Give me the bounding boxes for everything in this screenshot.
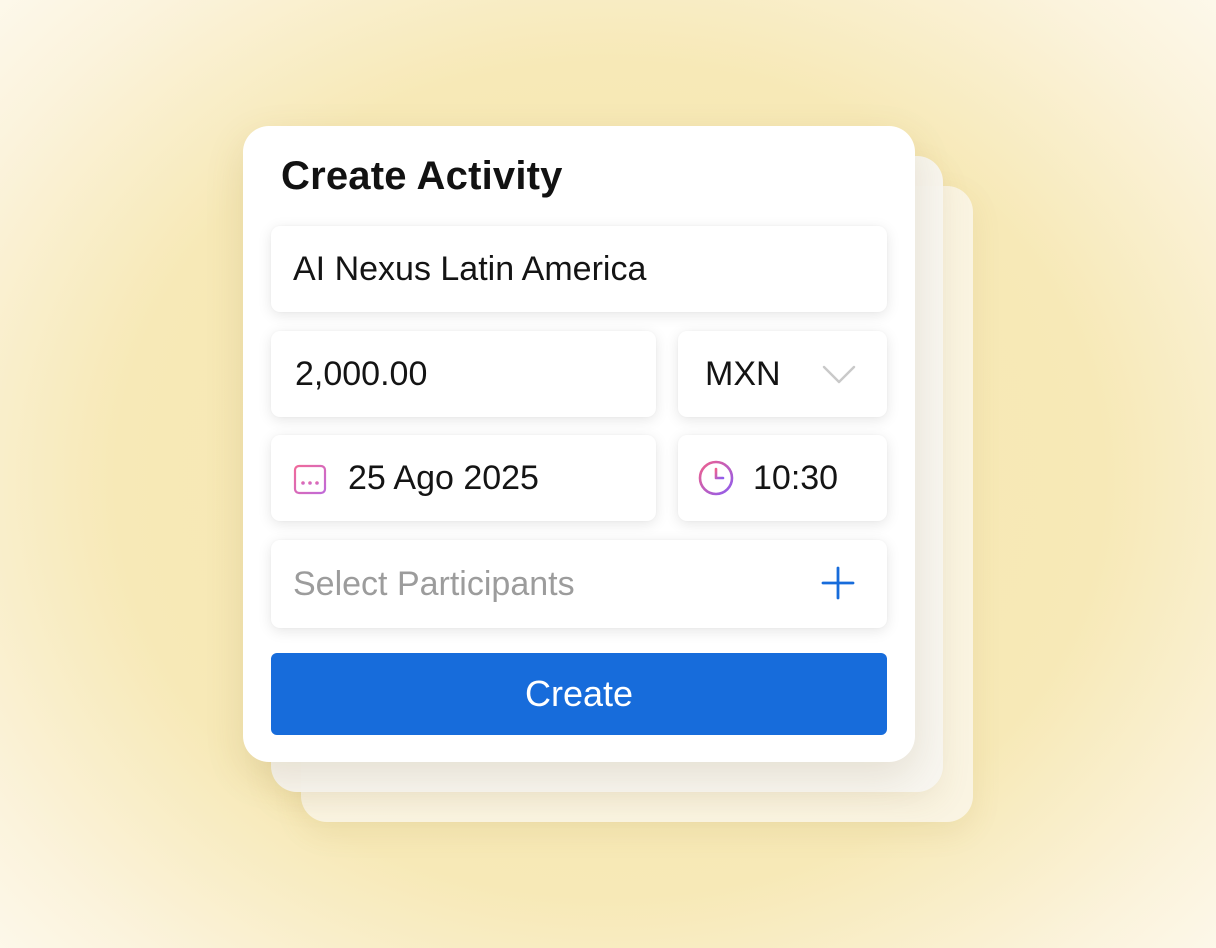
date-value: 25 Ago 2025 — [348, 458, 539, 497]
calendar-icon — [293, 460, 327, 495]
time-value: 10:30 — [753, 458, 839, 497]
amount-field[interactable]: 2,000.00 — [271, 331, 656, 417]
time-field[interactable]: 10:30 — [678, 435, 887, 521]
activity-name-value: AI Nexus Latin America — [293, 249, 647, 288]
clock-icon — [698, 460, 734, 496]
currency-select[interactable]: MXN — [678, 331, 887, 417]
card-title: Create Activity — [281, 154, 563, 198]
participants-field[interactable]: Select Participants — [271, 540, 887, 628]
currency-value: MXN — [705, 354, 781, 393]
create-activity-card: Create Activity AI Nexus Latin America 2… — [243, 126, 915, 762]
chevron-down-icon[interactable] — [821, 364, 857, 386]
plus-icon[interactable] — [821, 566, 855, 600]
activity-name-field[interactable]: AI Nexus Latin America — [271, 226, 887, 312]
date-field[interactable]: 25 Ago 2025 — [271, 435, 656, 521]
create-button[interactable]: Create — [271, 653, 887, 735]
amount-value: 2,000.00 — [295, 354, 428, 393]
participants-placeholder: Select Participants — [293, 564, 575, 603]
